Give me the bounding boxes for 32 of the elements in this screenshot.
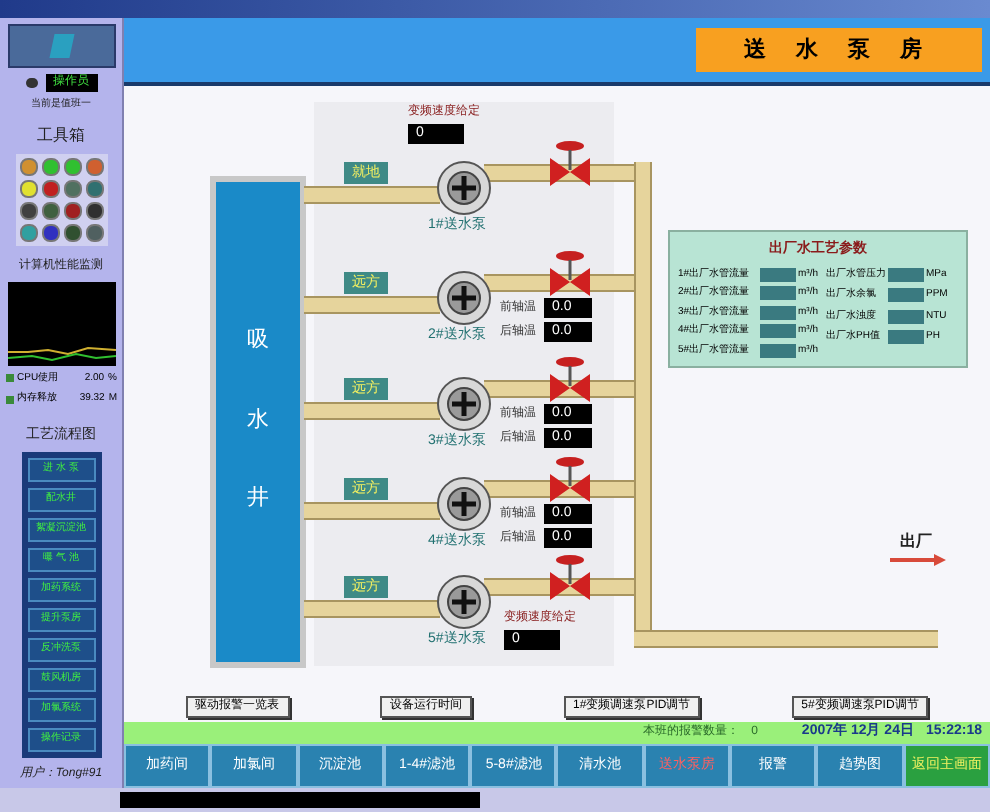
flow-value-field (760, 324, 796, 339)
valve-icon[interactable] (548, 250, 592, 302)
inlet-pipe (304, 502, 440, 520)
performance-graph (7, 281, 115, 365)
pump-icon[interactable] (436, 270, 492, 326)
valve-icon[interactable] (548, 456, 592, 508)
well-label: 吸水井 (247, 326, 269, 515)
check-icon (5, 374, 13, 383)
pump-icon[interactable] (436, 160, 492, 216)
page-title: 送 水 泵 房 (695, 27, 982, 73)
outlet-label: 出厂 (900, 530, 932, 554)
outlet-arrow-icon (890, 554, 946, 566)
inlet-pipe (304, 296, 440, 314)
command-field[interactable] (120, 792, 480, 808)
inlet-pipe (304, 186, 440, 204)
flow-value-field (760, 267, 796, 282)
pump-icon[interactable] (436, 476, 492, 532)
quality-value-field (888, 288, 924, 303)
flow-value-field (760, 343, 796, 358)
logo-icon (7, 24, 115, 68)
valve-icon[interactable] (548, 356, 592, 408)
pump-icon[interactable] (436, 376, 492, 432)
check-icon (5, 395, 13, 404)
flow-value-field (760, 286, 796, 301)
pump-icon[interactable] (436, 574, 492, 630)
flow-value-field (760, 305, 796, 320)
quality-value-field (888, 267, 924, 282)
toolbox-title: 工具箱 (37, 123, 85, 147)
quality-value-field (888, 330, 924, 345)
quality-value-field (888, 309, 924, 324)
inlet-pipe (304, 402, 440, 420)
inlet-pipe (304, 600, 440, 618)
